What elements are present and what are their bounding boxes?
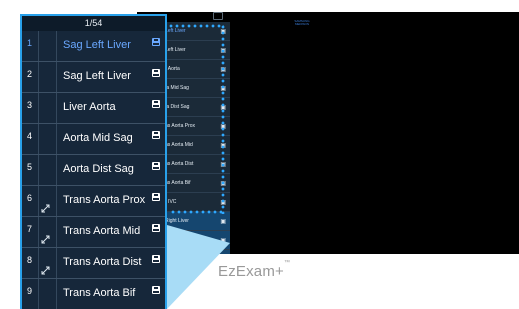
protocol-row[interactable]: 9 Trans Aorta Bif [22, 279, 165, 309]
save-icon[interactable] [152, 131, 160, 139]
save-icon[interactable] [152, 255, 160, 263]
row-number: 3 [27, 100, 33, 110]
protocol-counter: 1/54 [22, 16, 165, 31]
row-label: Trans Aorta Mid [63, 225, 141, 237]
protocol-row[interactable]: 4 Aorta Mid Sag [22, 124, 165, 155]
row-number: 7 [27, 224, 33, 234]
row-number: 2 [27, 69, 33, 79]
save-icon[interactable] [152, 224, 160, 232]
mini-row-label: Right Liver [165, 218, 189, 224]
row-number: 9 [27, 286, 33, 296]
ezexam-name: EzExam+ [218, 263, 285, 280]
row-label: Trans Aorta Bif [63, 287, 136, 299]
mini-row-label: Left Liver [165, 47, 186, 53]
trademark-symbol: ™ [284, 260, 291, 266]
row-number: 8 [27, 255, 33, 265]
column-divider [56, 217, 57, 247]
row-number: 6 [27, 193, 33, 203]
mini-row-label: ns Aorta Dist [165, 161, 194, 167]
row-label: Sag Left Liver [63, 70, 131, 82]
column-divider [56, 31, 57, 61]
mini-row-label: Left Liver [165, 28, 186, 34]
column-divider [38, 155, 39, 185]
save-icon[interactable] [152, 162, 160, 170]
mini-row-label: ns Aorta Bif [165, 180, 191, 186]
monitor-brand-logo: SAMSUNG MEDISON [294, 19, 310, 26]
column-divider [56, 93, 57, 123]
protocol-row[interactable]: 6 Trans Aorta Prox [22, 186, 165, 217]
save-icon[interactable] [152, 69, 160, 77]
row-label: Sag Left Liver [63, 39, 131, 51]
protocol-row[interactable]: 2 Sag Left Liver [22, 62, 165, 93]
column-divider [38, 248, 39, 278]
scroll-dot-trail-top [168, 24, 224, 28]
column-divider [38, 124, 39, 154]
mini-row-label: r Aorta [165, 66, 180, 72]
mini-row-label: ns Aorta Prox [165, 123, 196, 129]
column-divider [56, 124, 57, 154]
row-label: Trans Aorta Dist [63, 256, 142, 268]
row-label: Aorta Mid Sag [63, 132, 133, 144]
expand-icon[interactable] [41, 235, 50, 244]
protocol-row[interactable]: 8 Trans Aorta Dist [22, 248, 165, 279]
protocol-row[interactable]: 1 Sag Left Liver [22, 31, 165, 62]
scroll-dot-trail [221, 24, 225, 214]
mini-row-label: ta Dist Sag [165, 104, 190, 110]
mini-row-label: ta Mid Sag [165, 85, 189, 91]
column-divider [56, 248, 57, 278]
row-number: 1 [27, 38, 33, 48]
column-divider [38, 93, 39, 123]
row-number: 5 [27, 162, 33, 172]
expand-icon[interactable] [41, 266, 50, 275]
save-icon[interactable] [152, 100, 160, 108]
protocol-row[interactable]: 5 Aorta Dist Sag [22, 155, 165, 186]
protocol-row[interactable]: 7 Trans Aorta Mid [22, 217, 165, 248]
mini-row-label: ns Aorta Mid [165, 142, 193, 148]
row-number: 4 [27, 131, 33, 141]
column-divider [38, 31, 39, 61]
edit-icon [213, 12, 223, 20]
column-divider [56, 155, 57, 185]
column-divider [38, 279, 39, 309]
column-divider [38, 62, 39, 92]
save-icon[interactable] [152, 193, 160, 201]
protocol-row[interactable]: 3 Liver Aorta [22, 93, 165, 124]
column-divider [56, 186, 57, 216]
row-label: Aorta Dist Sag [63, 163, 134, 175]
save-icon[interactable] [152, 286, 160, 294]
column-divider [56, 279, 57, 309]
column-divider [38, 217, 39, 247]
ezexam-brand: EzExam+™ [218, 260, 291, 280]
mini-save-icon: ▣ [220, 218, 226, 225]
save-icon[interactable] [152, 38, 160, 46]
column-divider [56, 62, 57, 92]
expand-icon[interactable] [41, 204, 50, 213]
row-label: Trans Aorta Prox [63, 194, 146, 206]
scroll-dot-trail-bottom [170, 210, 222, 214]
row-label: Liver Aorta [63, 101, 116, 113]
protocol-panel: 1/54 1 Sag Left Liver 2 Sag Left Liver 3 Live… [20, 14, 167, 309]
column-divider [38, 186, 39, 216]
